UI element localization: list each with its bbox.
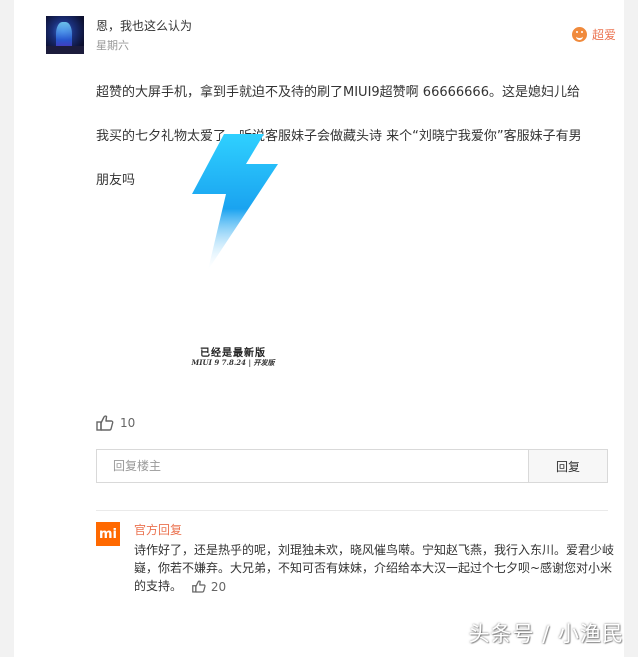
official-like-button[interactable]: 20 — [191, 578, 227, 596]
superlike-button[interactable]: 超爱 — [571, 26, 616, 43]
like-button[interactable]: 10 — [96, 415, 135, 431]
lightning-bolt-icon — [192, 134, 278, 270]
reply-input[interactable] — [97, 450, 529, 482]
username[interactable]: 恩，我也这么认为 — [96, 17, 192, 34]
watermark: 头条号 / 小渔民 — [468, 622, 624, 646]
divider — [96, 510, 608, 511]
reply-box: 回复 — [96, 449, 608, 483]
thumbs-up-icon — [96, 415, 114, 431]
image-version: MIUI 9 7.8.24 | 开发版 — [191, 358, 275, 367]
post-time: 星期六 — [96, 39, 129, 52]
smile-icon — [571, 27, 587, 42]
official-like-count: 20 — [210, 579, 227, 594]
mi-logo[interactable]: mi — [96, 522, 120, 546]
comment-text-line: 超赞的大屏手机，拿到手就迫不及待的刷了MIUI9超赞啊 66666666。这是媳… — [96, 85, 580, 100]
image-title: 已经是最新版 — [200, 348, 266, 359]
superlike-label: 超爱 — [591, 28, 616, 42]
thumbs-up-icon — [191, 580, 206, 593]
official-reply-name[interactable]: 官方回复 — [134, 521, 182, 538]
attached-image[interactable]: 已经是最新版 MIUI 9 7.8.24 | 开发版 — [168, 120, 298, 390]
like-count: 10 — [120, 416, 136, 430]
official-reply-text: 诗作好了，还是热乎的呢，刘琨独未欢，晓风催鸟啭。宁知赵飞燕，我行入东川。爱君少岐… — [134, 541, 618, 596]
reply-button[interactable]: 回复 — [528, 450, 607, 482]
avatar[interactable] — [46, 16, 84, 54]
